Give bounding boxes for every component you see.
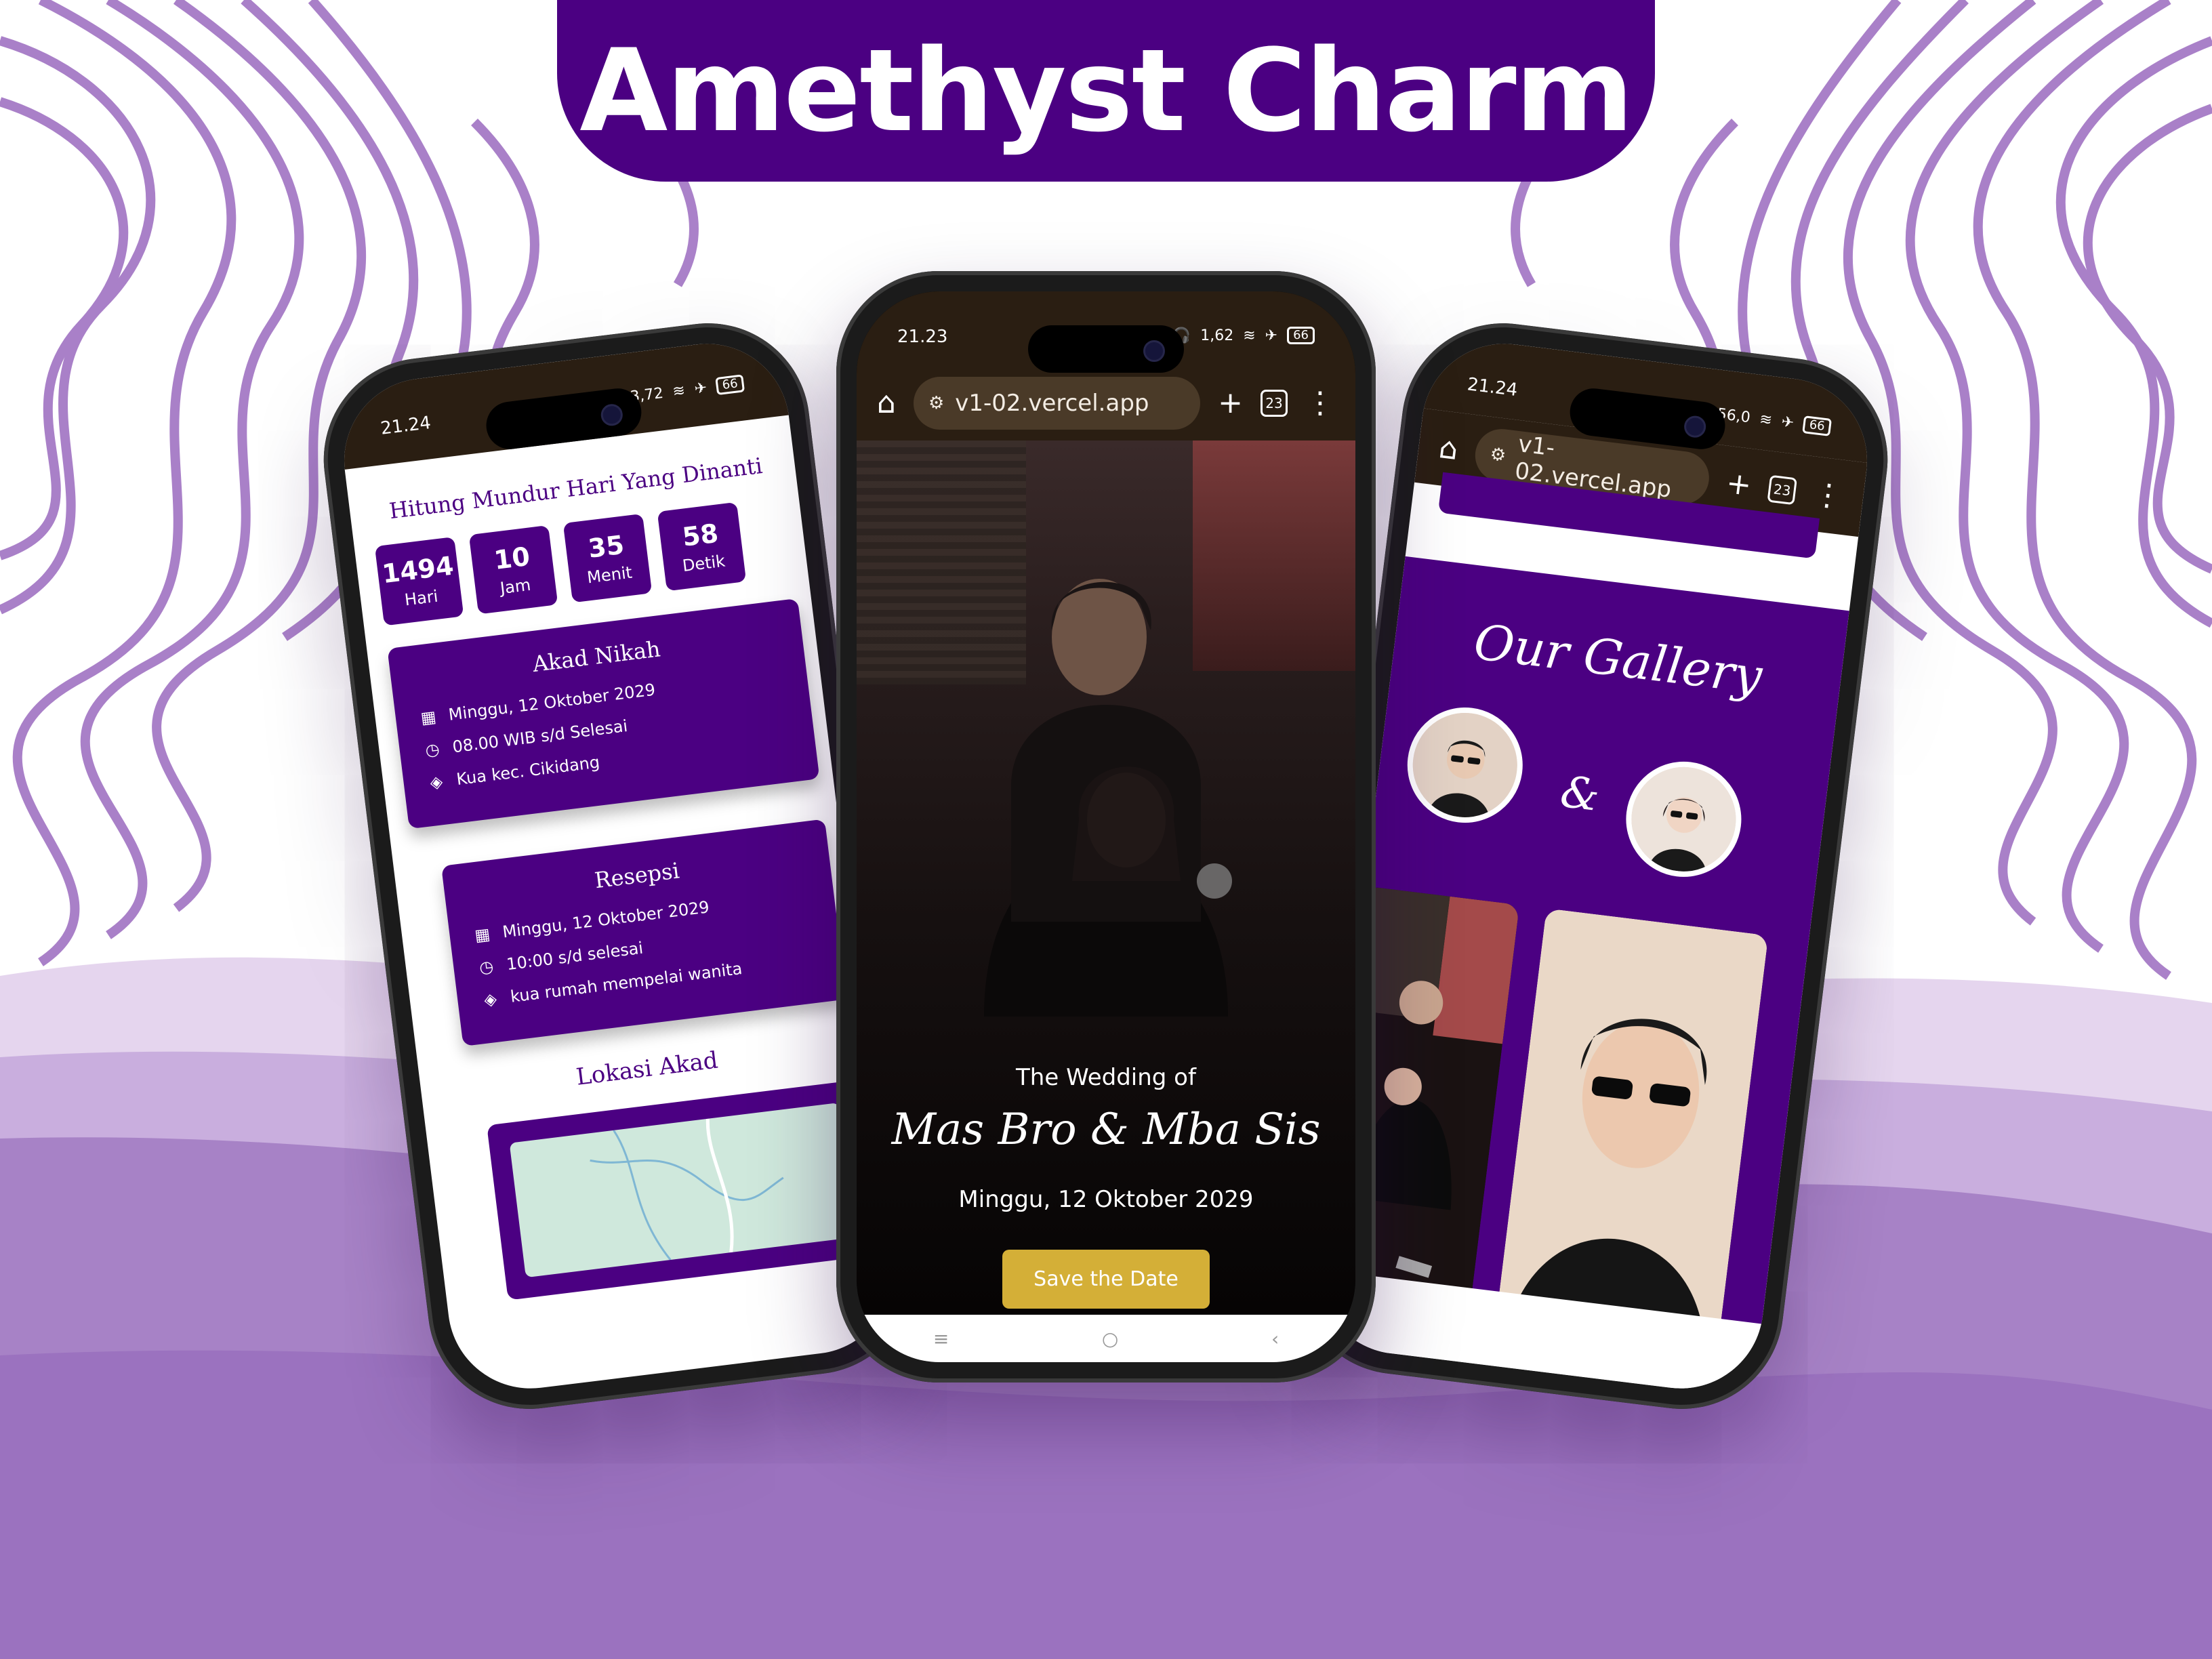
new-tab-icon[interactable]: + (1218, 388, 1243, 418)
tab-switcher-button[interactable]: 23 (1261, 390, 1288, 417)
location-pin-icon: ◈ (428, 771, 444, 792)
couple-names: Mas Bro & Mba Sis (891, 1105, 1321, 1155)
groom-portrait (1406, 707, 1523, 823)
browser-toolbar: ⌂ ⚙ v1-02.vercel.app + 23 ⋮ (857, 366, 1355, 441)
countdown-seconds: 58 Detik (657, 501, 747, 592)
calendar-icon: ▦ (473, 924, 491, 945)
title-banner: Amethyst Charm (557, 0, 1655, 182)
status-time: 21.24 (1466, 374, 1519, 401)
calendar-icon: ▦ (419, 707, 438, 728)
home-icon[interactable]: ⌂ (877, 388, 896, 418)
countdown-label: Hari (403, 586, 439, 610)
countdown-value: 10 (492, 541, 532, 575)
phone-right-screen: 21.24 🎧 56,0 ≋ ✈ 66 ⌂ ⚙ v1-02.vercel.app… (1309, 334, 1877, 1398)
bride-portrait (1625, 761, 1742, 878)
site-settings-icon[interactable]: ⚙ (928, 393, 944, 413)
network-speed: 1,62 (1200, 327, 1234, 344)
new-tab-icon[interactable]: + (1724, 466, 1753, 503)
page-title: Amethyst Charm (579, 24, 1633, 157)
wifi-icon: ≋ (1758, 410, 1774, 429)
more-menu-icon[interactable]: ⋮ (1811, 476, 1845, 514)
address-bar[interactable]: ⚙ v1-02.vercel.app (913, 377, 1201, 430)
hero-section: The Wedding of Mas Bro & Mba Sis Minggu,… (857, 441, 1355, 1315)
url-text: v1-02.vercel.app (955, 390, 1149, 417)
airplane-icon: ✈ (693, 379, 708, 398)
phone-left-screen: 21.24 🎧 3,72 ≋ ✈ 66 Hitung Mundur Hari Y… (335, 334, 903, 1398)
home-icon[interactable]: ⌂ (1437, 430, 1460, 467)
battery-icon: 66 (715, 374, 745, 396)
more-menu-icon[interactable]: ⋮ (1305, 388, 1335, 418)
back-icon[interactable]: ‹ (1271, 1328, 1279, 1350)
save-the-date-button[interactable]: Save the Date (1002, 1250, 1210, 1309)
map-card (487, 1080, 878, 1300)
wedding-date: Minggu, 12 Oktober 2029 (958, 1186, 1254, 1213)
countdown-label: Jam (499, 575, 532, 598)
status-time: 21.23 (897, 327, 948, 347)
akad-time: 08.00 WIB s/d Selesai (451, 716, 629, 757)
airplane-icon: ✈ (1265, 327, 1278, 344)
wifi-icon: ≋ (1243, 327, 1256, 344)
countdown-hours: 10 Jam (468, 525, 558, 615)
menu-icon[interactable]: ≡ (933, 1328, 949, 1350)
couple-photo (984, 579, 1232, 1017)
clock-icon: ◷ (424, 739, 441, 760)
hero-text: The Wedding of Mas Bro & Mba Sis Minggu,… (857, 1064, 1355, 1309)
bottom-nav: ≡ ○ ‹ (857, 1315, 1355, 1362)
map-roads (590, 1118, 784, 1261)
ampersand: & (1557, 766, 1603, 822)
site-settings-icon[interactable]: ⚙ (1489, 444, 1507, 466)
countdown-minutes: 35 Menit (562, 513, 653, 603)
location-pin-icon: ◈ (483, 989, 498, 1010)
countdown-days: 1494 Hari (374, 536, 464, 626)
countdown-label: Menit (586, 562, 634, 588)
battery-icon: 66 (1802, 415, 1832, 436)
countdown-value: 58 (680, 518, 720, 552)
akad-card: Akad Nikah ▦ Minggu, 12 Oktober 2029 ◷ 0… (387, 598, 820, 830)
resepsi-card: Resepsi ▦ Minggu, 12 Oktober 2029 ◷ 10:0… (441, 819, 847, 1046)
tab-switcher-button[interactable]: 23 (1767, 474, 1798, 506)
countdown-value: 1494 (380, 550, 455, 590)
countdown-value: 35 (586, 529, 626, 564)
status-time: 21.24 (379, 413, 432, 439)
map[interactable] (509, 1102, 856, 1278)
resepsi-time: 10:00 s/d selesai (505, 938, 644, 975)
clock-icon: ◷ (478, 956, 495, 978)
battery-icon: 66 (1287, 327, 1315, 344)
dynamic-island (1028, 325, 1184, 373)
phone-center-screen: 21.23 🎧 1,62 ≋ ✈ 66 ⌂ ⚙ v1-02.vercel.app… (857, 291, 1355, 1362)
wedding-of-label: The Wedding of (1016, 1064, 1196, 1091)
akad-place: Kua kec. Cikidang (455, 752, 601, 790)
invitation-content[interactable]: Hitung Mundur Hari Yang Dinanti 1494 Har… (345, 415, 892, 1307)
status-icons: 🎧 1,62 ≋ ✈ 66 (1172, 327, 1315, 344)
wifi-icon: ≋ (671, 382, 687, 401)
home-circle-icon[interactable]: ○ (1102, 1328, 1118, 1350)
airplane-icon: ✈ (1780, 413, 1795, 432)
countdown-label: Detik (681, 551, 726, 576)
phone-center: 21.23 🎧 1,62 ≋ ✈ 66 ⌂ ⚙ v1-02.vercel.app… (836, 271, 1376, 1382)
